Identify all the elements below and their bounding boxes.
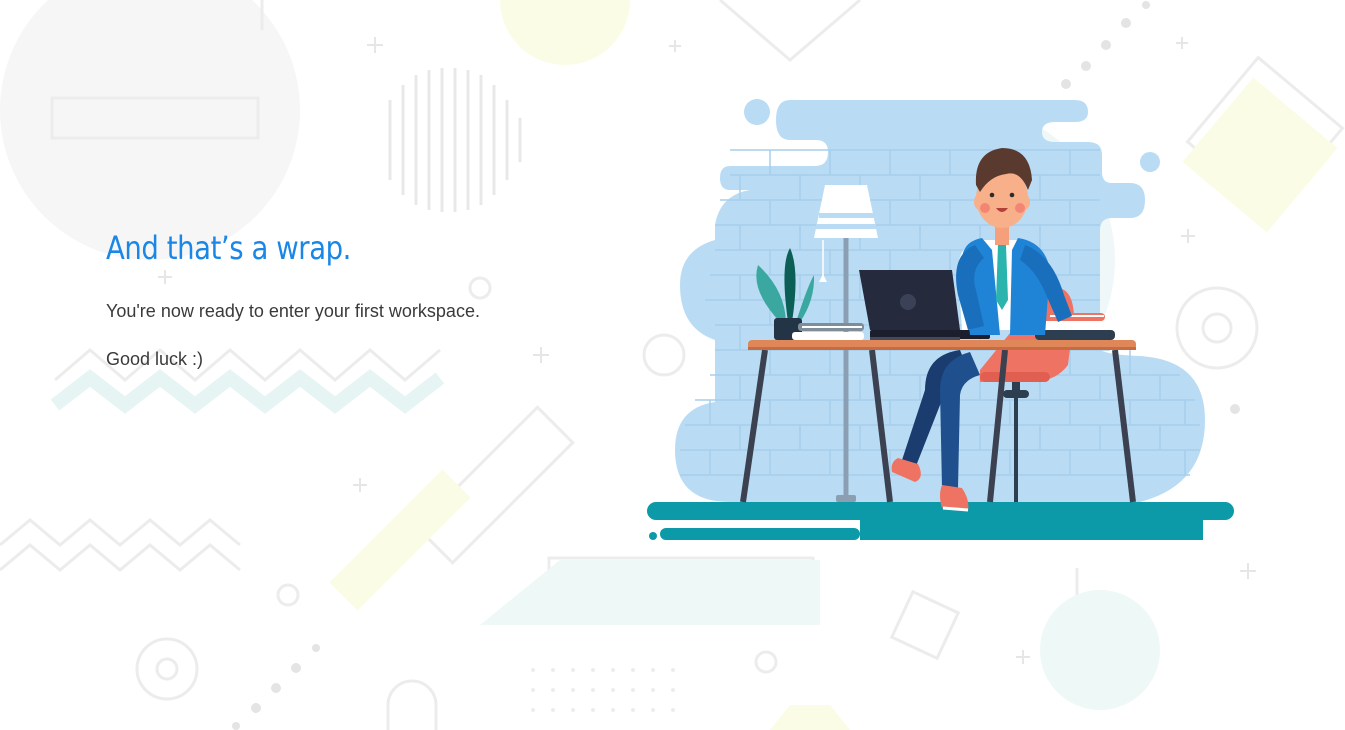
books-right: [1035, 313, 1115, 340]
completion-message: And that’s a wrap. You're now ready to e…: [106, 226, 576, 372]
page-title: And that’s a wrap.: [106, 229, 351, 267]
person-at-desk-illustration: [647, 99, 1234, 540]
completion-screen: And that’s a wrap. You're now ready to e…: [0, 0, 1345, 730]
subtitle-text: You're now ready to enter your first wor…: [106, 301, 480, 321]
farewell-text: Good luck :): [106, 349, 204, 369]
floor: [647, 502, 1234, 540]
